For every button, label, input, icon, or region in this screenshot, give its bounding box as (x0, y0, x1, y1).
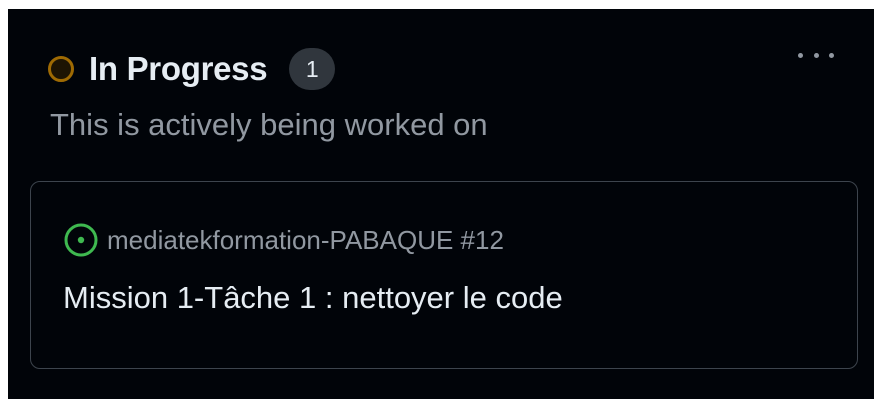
column-menu-button[interactable] (794, 43, 838, 67)
dot (829, 52, 834, 58)
column-header: In Progress 1 (48, 39, 336, 99)
status-circle-icon (48, 56, 74, 82)
issue-opened-icon (64, 223, 98, 257)
column-title: In Progress (89, 50, 268, 87)
project-board-column: In Progress 1 This is actively being wor… (8, 9, 874, 399)
issue-title[interactable]: Mission 1-Tâche 1 : nettoyer le code (63, 280, 563, 316)
column-description: This is actively being worked on (50, 107, 488, 142)
card-meta: mediatekformation-PABAQUE #12 (63, 222, 504, 258)
dot (813, 52, 819, 58)
dot (798, 52, 803, 58)
issue-card[interactable]: mediatekformation-PABAQUE #12 Mission 1-… (30, 181, 858, 369)
issue-repo-link[interactable]: mediatekformation-PABAQUE #12 (107, 225, 504, 256)
item-count-badge: 1 (289, 48, 336, 90)
